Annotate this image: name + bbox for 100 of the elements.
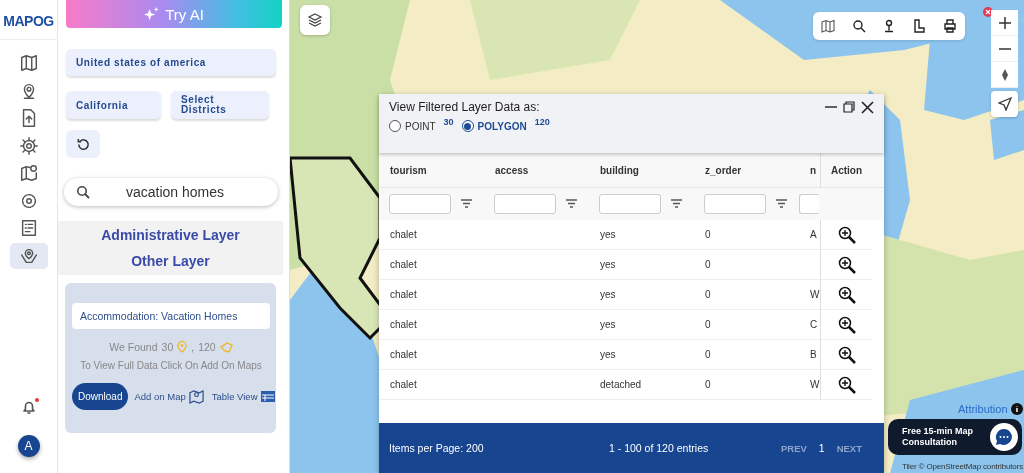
user-avatar[interactable]: A	[17, 435, 40, 457]
close-icon	[861, 100, 874, 114]
polygon-count: 120	[198, 341, 216, 353]
country-select[interactable]: United states of america	[66, 49, 276, 76]
table-cell: yes	[589, 220, 694, 250]
sidebar-tab[interactable]	[9, 242, 48, 269]
table-cell: chalet	[379, 370, 484, 400]
table-cell: B	[799, 340, 820, 370]
column-header[interactable]: access	[484, 153, 589, 188]
table-cell: W	[799, 370, 820, 400]
filter-field[interactable]	[389, 193, 451, 214]
table-cell: 0	[694, 340, 799, 370]
table-cell: 0	[694, 310, 799, 340]
filter-field[interactable]	[799, 193, 819, 214]
state-select[interactable]: California	[66, 91, 161, 119]
consultation-button[interactable]: Free 15-min Map Consultation	[888, 419, 1022, 455]
locate-button[interactable]	[991, 91, 1018, 117]
search-icon	[76, 185, 90, 199]
zoom-in-icon[interactable]	[837, 255, 856, 274]
layer-type-radio[interactable]: POINT	[389, 120, 436, 132]
prev-button[interactable]: PREV	[780, 442, 807, 454]
found-label: We Found	[109, 341, 158, 353]
district-select[interactable]: Select Districts	[171, 91, 269, 119]
plus-icon	[997, 15, 1012, 30]
column-header[interactable]: building	[589, 153, 694, 188]
table-cell: chalet	[379, 280, 484, 310]
table-cell: 0	[694, 250, 799, 280]
page-number[interactable]: 1	[818, 442, 825, 454]
reset-button[interactable]	[66, 130, 100, 158]
filter-icon[interactable]	[776, 199, 787, 208]
filter-icon[interactable]	[671, 199, 682, 208]
search-icon	[851, 19, 866, 33]
map-marker-icon	[18, 163, 39, 183]
table-cell: yes	[589, 280, 694, 310]
search-input[interactable]: vacation homes	[98, 183, 252, 201]
gear-icon	[18, 135, 39, 156]
layer-title: Accommodation: Vacation Homes	[72, 303, 270, 329]
map-button[interactable]	[819, 17, 838, 35]
layer-heading[interactable]: Administrative Layer	[101, 227, 240, 243]
polygon-icon	[219, 341, 233, 353]
hint-text: To View Full Data Click On Add On Maps	[80, 360, 262, 371]
logo: MAPOG	[0, 0, 57, 40]
layers-button[interactable]	[300, 5, 330, 35]
reset-icon	[75, 136, 91, 152]
column-header[interactable]: z_order	[694, 153, 799, 188]
notification-bell-icon[interactable]	[20, 399, 37, 415]
download-button[interactable]: Download	[72, 383, 129, 410]
filter-field[interactable]	[704, 193, 766, 214]
layer-heading[interactable]: Other Layer	[131, 253, 210, 269]
zoom-in-icon[interactable]	[837, 315, 856, 334]
column-header[interactable]: tourism	[379, 153, 484, 188]
items-per-page: Items per Page: 200	[389, 442, 485, 454]
minus-icon	[998, 47, 1011, 50]
map-icon	[821, 19, 836, 33]
point-count: 30	[161, 341, 174, 353]
table-cell: 0	[694, 280, 799, 310]
table-cell: 0	[694, 370, 799, 400]
table-cell: yes	[589, 340, 694, 370]
sparkle-icon	[144, 6, 160, 22]
table-cell: yes	[589, 310, 694, 340]
ruler-icon	[912, 19, 927, 33]
table-cell: chalet	[379, 250, 484, 280]
table-cell: A	[799, 220, 820, 250]
table-cell: yes	[589, 250, 694, 280]
filter-icon[interactable]	[566, 199, 577, 208]
column-header[interactable]: Action	[820, 153, 872, 188]
table-cell: 0	[694, 220, 799, 250]
table-cell: chalet	[379, 340, 484, 370]
map-icon	[18, 53, 39, 73]
table-icon	[260, 391, 275, 402]
next-button[interactable]: NEXT	[836, 442, 862, 454]
zoom-in-icon[interactable]	[837, 345, 856, 364]
zoom-in-icon[interactable]	[837, 285, 856, 304]
count-label: 120	[534, 117, 550, 127]
print-icon	[942, 19, 957, 33]
filter-field[interactable]	[599, 193, 661, 214]
maximize-icon	[843, 101, 855, 113]
zoom-in-button[interactable]	[991, 10, 1018, 36]
table-cell: C	[799, 310, 820, 340]
close-button[interactable]	[861, 100, 874, 114]
filter-field[interactable]	[494, 193, 556, 214]
layer-type-radio[interactable]: POLYGON	[461, 120, 527, 132]
count-label: 30	[443, 117, 454, 127]
table-cell: chalet	[379, 220, 484, 250]
dialog-title: View Filtered Layer Data as:	[389, 100, 540, 114]
table-cell: detached	[589, 370, 694, 400]
maximize-button[interactable]	[843, 101, 855, 113]
map-pin-icon	[188, 389, 204, 404]
filter-icon[interactable]	[461, 199, 472, 208]
layers-icon	[307, 12, 323, 28]
zoom-in-icon[interactable]	[837, 225, 856, 244]
table-view-link[interactable]: Table View	[209, 391, 277, 402]
navigation-arrow-icon	[997, 97, 1012, 111]
column-header[interactable]: n	[799, 153, 820, 188]
location-pin-icon	[177, 341, 188, 353]
add-on-map-link[interactable]: Add on Map	[132, 389, 206, 404]
map-credits: Tiler © OpenStreetMap contributors	[902, 462, 1023, 471]
table-cell: W	[799, 280, 820, 310]
zoom-in-icon[interactable]	[837, 375, 856, 394]
info-icon[interactable]	[1010, 403, 1023, 415]
